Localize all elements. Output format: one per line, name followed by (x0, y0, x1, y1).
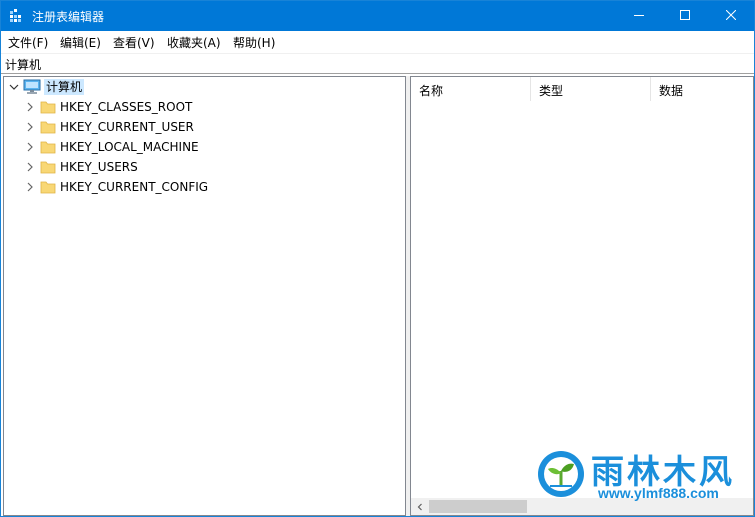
tree-node-computer[interactable]: 计算机 (4, 77, 404, 97)
tree-node-hkey-users[interactable]: HKEY_USERS (4, 157, 404, 177)
computer-icon (23, 79, 41, 95)
tree-node-hkey-current-user[interactable]: HKEY_CURRENT_USER (4, 117, 404, 137)
tree-root-label[interactable]: 计算机 (44, 79, 85, 95)
close-icon (725, 9, 737, 23)
tree-node-label[interactable]: HKEY_CLASSES_ROOT (60, 100, 192, 114)
folder-icon (40, 119, 56, 135)
tree-node-label[interactable]: HKEY_LOCAL_MACHINE (60, 140, 199, 154)
menu-help[interactable]: 帮助(H) (233, 34, 275, 51)
maximize-button[interactable] (662, 1, 708, 31)
chevron-right-icon[interactable] (24, 181, 36, 193)
watermark-url: www.ylmf888.com (598, 485, 719, 501)
key-tree-pane[interactable]: 计算机 HKEY_CLASSES_ROOT HKEY_CURRENT_USER (3, 76, 406, 516)
folder-icon (40, 159, 56, 175)
chevron-down-icon[interactable] (8, 81, 20, 93)
close-button[interactable] (708, 1, 754, 31)
menu-file[interactable]: 文件(F) (8, 34, 48, 51)
window-title: 注册表编辑器 (32, 10, 105, 24)
registry-editor-window: 注册表编辑器 文件(F) 编辑(E) 查看(V) 收藏夹(A) 帮助(H) 计算… (0, 0, 755, 517)
watermark: 雨林木风 www.ylmf888.com (536, 449, 751, 507)
scrollbar-thumb[interactable] (429, 500, 527, 513)
folder-icon (40, 99, 56, 115)
chevron-right-icon[interactable] (24, 121, 36, 133)
menu-edit[interactable]: 编辑(E) (60, 34, 101, 51)
address-bar[interactable]: 计算机 (1, 53, 754, 74)
tree-node-label[interactable]: HKEY_CURRENT_CONFIG (60, 180, 208, 194)
chevron-right-icon[interactable] (24, 161, 36, 173)
column-header-type[interactable]: 类型 (531, 77, 651, 101)
registry-app-icon (10, 9, 24, 23)
ylmf-logo-icon (536, 449, 586, 499)
minimize-button[interactable] (616, 1, 662, 31)
title-bar[interactable]: 注册表编辑器 (1, 1, 754, 31)
menu-view[interactable]: 查看(V) (113, 34, 155, 51)
chevron-right-icon[interactable] (24, 141, 36, 153)
column-header-name[interactable]: 名称 (411, 77, 531, 101)
folder-icon (40, 139, 56, 155)
chevron-right-icon[interactable] (24, 101, 36, 113)
menu-bar: 文件(F) 编辑(E) 查看(V) 收藏夹(A) 帮助(H) (1, 31, 754, 52)
tree-node-label[interactable]: HKEY_CURRENT_USER (60, 120, 194, 134)
tree-node-hkey-local-machine[interactable]: HKEY_LOCAL_MACHINE (4, 137, 404, 157)
tree-node-label[interactable]: HKEY_USERS (60, 160, 138, 174)
address-path[interactable]: 计算机 (5, 56, 41, 73)
maximize-icon (680, 9, 690, 23)
scroll-left-icon[interactable] (411, 498, 428, 515)
tree-node-hkey-classes-root[interactable]: HKEY_CLASSES_ROOT (4, 97, 404, 117)
tree-node-hkey-current-config[interactable]: HKEY_CURRENT_CONFIG (4, 177, 404, 197)
folder-icon (40, 179, 56, 195)
column-header-data[interactable]: 数据 (651, 77, 753, 101)
menu-favorites[interactable]: 收藏夹(A) (167, 34, 221, 51)
minimize-icon (634, 9, 644, 23)
